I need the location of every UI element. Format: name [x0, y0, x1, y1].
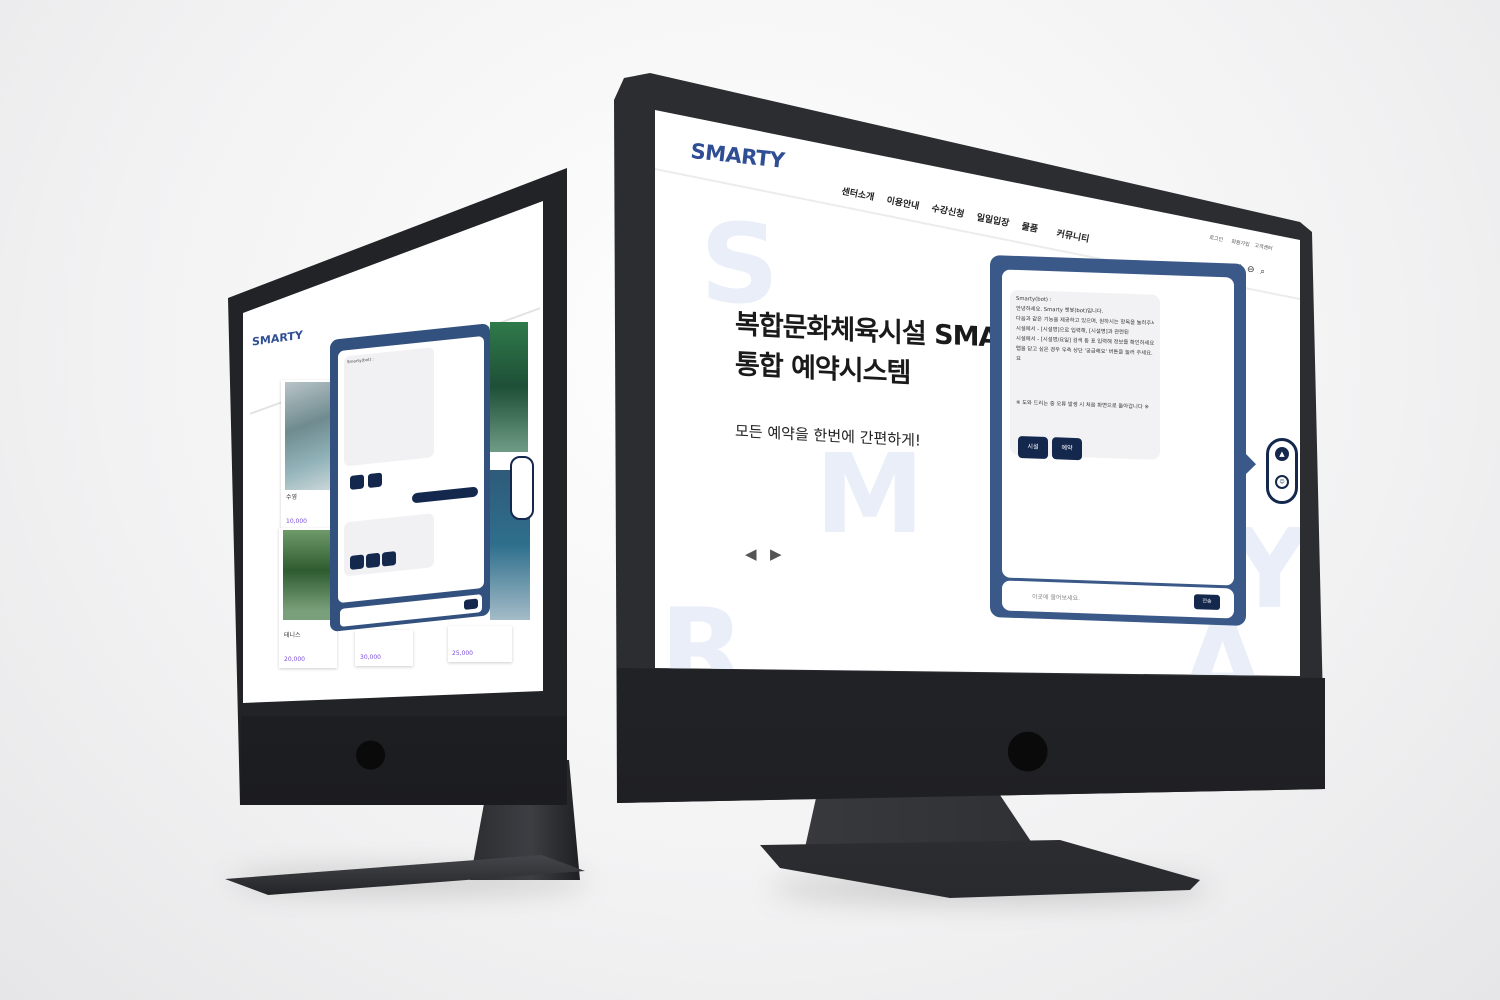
user-icon[interactable]: ⊖: [1247, 265, 1255, 275]
chat-send-button[interactable]: 전송: [1194, 594, 1220, 611]
chat-input-placeholder: 이곳에 물어보세요.: [1032, 593, 1080, 603]
nav-center-intro[interactable]: 센터소개: [841, 184, 876, 203]
nav-usage-guide[interactable]: 이용안내: [886, 193, 921, 212]
search-icon[interactable]: ⌕: [1260, 267, 1265, 277]
login-link[interactable]: 로그인: [1209, 234, 1224, 243]
carousel-next-icon[interactable]: ▶: [770, 545, 782, 563]
nav-course-registration[interactable]: 수강신청: [931, 201, 966, 220]
scroll-top-icon[interactable]: ▲: [1275, 447, 1289, 461]
nav-community[interactable]: 커뮤니티: [1056, 226, 1091, 245]
chat-input[interactable]: 이곳에 물어보세요. 전송: [1002, 580, 1234, 619]
chatbot-icon[interactable]: ☺: [1275, 475, 1289, 489]
chatbot-panel: Smarty(bot) : 안녕하세요. Smarty 챗봇(bot)입니다. …: [990, 255, 1246, 626]
bot-note: ※ 도와 드리는 중 오류 발생 시 처음 화면으로 돌아갑니다 ※: [1016, 399, 1149, 411]
carousel-prev-icon[interactable]: ◀: [745, 545, 757, 563]
nav-daily-entry[interactable]: 일일입장: [976, 210, 1011, 229]
chat-toggle[interactable]: ▲ ☺: [1266, 438, 1298, 504]
reservation-button[interactable]: 예약: [1052, 437, 1082, 461]
facility-button[interactable]: 시설: [1018, 435, 1048, 460]
signup-link[interactable]: 회원가입: [1231, 238, 1250, 248]
chatbot-body: Smarty(bot) : 안녕하세요. Smarty 챗봇(bot)입니다. …: [1002, 269, 1234, 586]
apple-logo-icon: ●: [1005, 718, 1051, 778]
brand-logo[interactable]: SMARTY: [689, 139, 785, 173]
nav-goods[interactable]: 물품: [1021, 219, 1040, 235]
right-imac: ● S M R A Y SMARTY 센터소개 이용안내 수강신청 일일입장 물…: [0, 0, 1500, 1000]
customer-center-link[interactable]: 고객센터: [1254, 242, 1273, 252]
bot-message: Smarty(bot) : 안녕하세요. Smarty 챗봇(bot)입니다. …: [1010, 289, 1160, 461]
